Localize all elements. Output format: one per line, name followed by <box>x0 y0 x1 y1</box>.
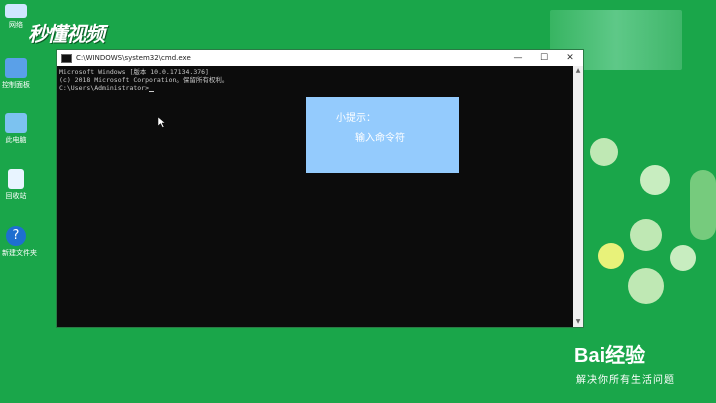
scroll-down-icon[interactable]: ▼ <box>573 317 583 327</box>
text-cursor <box>149 91 155 92</box>
control-panel-icon <box>5 58 27 78</box>
desktop-icon-recycle-bin[interactable]: 回收站 <box>2 169 30 201</box>
video-logo: 秒懂视频 <box>28 22 105 46</box>
cmd-icon <box>61 53 72 63</box>
vertical-scrollbar[interactable]: ▲ ▼ <box>573 66 583 327</box>
desktop-icon-label: 控制面板 <box>2 81 30 89</box>
prompt-line[interactable]: C:\Users\Administrator> <box>59 84 571 92</box>
desktop-icon-this-pc[interactable]: 此电脑 <box>2 113 30 145</box>
maximize-button[interactable]: ☐ <box>531 50 557 66</box>
console-line: (c) 2018 Microsoft Corporation。保留所有权利。 <box>59 76 229 84</box>
desktop-icon-label: 网络 <box>9 21 23 29</box>
console-line: Microsoft Windows [版本 10.0.17134.376] <box>59 68 209 76</box>
baidu-slogan: 解决你所有生活问题 <box>576 375 675 386</box>
prompt-text: C:\Users\Administrator> <box>59 84 150 92</box>
network-icon <box>5 4 27 18</box>
desktop-icon-control-panel[interactable]: 控制面板 <box>2 58 30 90</box>
tip-text: 输入命令符 <box>355 133 405 144</box>
baidu-jingyan-logo: Bai经验 <box>574 345 646 367</box>
desktop-icon-label: 新建文件夹 <box>2 249 37 257</box>
cmd-window[interactable]: C:\WINDOWS\system32\cmd.exe — ☐ ✕ Micros… <box>56 49 584 328</box>
close-button[interactable]: ✕ <box>557 50 583 66</box>
minimize-button[interactable]: — <box>505 50 531 66</box>
window-title: C:\WINDOWS\system32\cmd.exe <box>76 54 191 62</box>
tip-title: 小提示： <box>336 113 376 124</box>
help-icon: ? <box>6 226 26 246</box>
desktop-icon-label: 回收站 <box>5 192 27 200</box>
desktop-icon-network[interactable]: 网络 <box>2 4 30 30</box>
desktop-icon-label: 此电脑 <box>5 136 27 144</box>
scroll-up-icon[interactable]: ▲ <box>573 66 583 76</box>
title-bar[interactable]: C:\WINDOWS\system32\cmd.exe — ☐ ✕ <box>57 50 583 66</box>
recycle-bin-icon <box>8 169 24 189</box>
mouse-pointer-icon <box>158 117 166 128</box>
computer-icon <box>5 113 27 133</box>
tip-box: 小提示： 输入命令符 <box>306 97 459 173</box>
desktop-icon-new-folder[interactable]: ? 新建文件夹 <box>2 226 37 258</box>
